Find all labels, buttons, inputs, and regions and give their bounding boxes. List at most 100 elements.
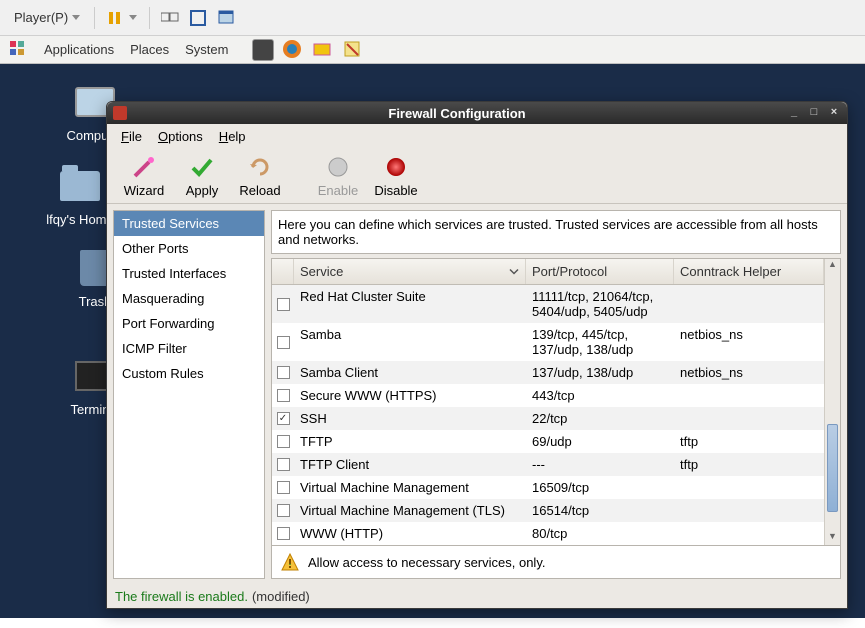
scroll-up-icon[interactable]: ▲	[825, 259, 840, 273]
circle-gray-icon	[324, 153, 352, 181]
reload-icon	[246, 153, 274, 181]
service-checkbox[interactable]	[272, 522, 294, 545]
service-checkbox[interactable]	[272, 476, 294, 499]
vm-fullscreen-button[interactable]	[186, 6, 210, 30]
scroll-down-icon[interactable]: ▼	[825, 531, 840, 545]
applications-menu[interactable]: Applications	[36, 38, 122, 61]
sidebar-item-icmp-filter[interactable]: ICMP Filter	[114, 336, 264, 361]
sidebar-item-port-forwarding[interactable]: Port Forwarding	[114, 311, 264, 336]
table-row[interactable]: Samba Client137/udp, 138/udpnetbios_ns	[272, 361, 824, 384]
toolbar-label: Reload	[235, 183, 285, 198]
column-service[interactable]: Service	[294, 259, 526, 284]
chevron-down-icon	[72, 15, 80, 20]
column-checkbox[interactable]	[272, 259, 294, 284]
table-row[interactable]: Virtual Machine Management16509/tcp	[272, 476, 824, 499]
service-checkbox[interactable]	[272, 499, 294, 522]
table-row[interactable]: TFTP Client---tftp	[272, 453, 824, 476]
window-title: Firewall Configuration	[133, 106, 781, 121]
places-menu[interactable]: Places	[122, 38, 177, 61]
service-checkbox[interactable]	[272, 361, 294, 384]
conntrack-cell	[674, 384, 824, 407]
modified-status: (modified)	[252, 589, 310, 604]
service-checkbox[interactable]	[272, 453, 294, 476]
chevron-down-icon[interactable]	[129, 15, 137, 20]
options-menu[interactable]: Options	[150, 126, 211, 147]
reload-button[interactable]: Reload	[231, 151, 289, 200]
player-menu-button[interactable]: Player(P)	[6, 6, 88, 29]
service-name-cell: WWW (HTTP)	[294, 522, 526, 545]
port-protocol-cell: 80/tcp	[526, 522, 674, 545]
firewall-icon	[113, 106, 127, 120]
help-menu[interactable]: Help	[211, 126, 254, 147]
service-checkbox[interactable]: ✓	[272, 407, 294, 430]
column-port[interactable]: Port/Protocol	[526, 259, 674, 284]
toolbar-divider	[149, 7, 150, 29]
table-row[interactable]: Secure WWW (HTTPS)443/tcp	[272, 384, 824, 407]
service-name-cell: Virtual Machine Management	[294, 476, 526, 499]
table-row[interactable]: Red Hat Cluster Suite11111/tcp, 21064/tc…	[272, 285, 824, 323]
conntrack-cell	[674, 499, 824, 522]
bottom-strip	[0, 618, 865, 628]
file-menu[interactable]: File	[113, 126, 150, 147]
wizard-button[interactable]: Wizard	[115, 151, 173, 200]
column-port-label: Port/Protocol	[532, 264, 607, 279]
terminal-launcher-icon[interactable]	[252, 39, 274, 61]
column-conntrack[interactable]: Conntrack Helper	[674, 259, 824, 284]
column-conntrack-label: Conntrack Helper	[680, 264, 781, 279]
toolbar: Wizard Apply Reload Enable Disable	[107, 148, 847, 204]
sidebar-item-trusted-services[interactable]: Trusted Services	[114, 211, 264, 236]
warning-icon	[280, 552, 300, 572]
conntrack-cell	[674, 476, 824, 499]
service-checkbox[interactable]	[272, 323, 294, 361]
menubar: File Options Help	[107, 124, 847, 148]
port-protocol-cell: 139/tcp, 445/tcp, 137/udp, 138/udp	[526, 323, 674, 361]
table-row[interactable]: WWW (HTTP)80/tcp	[272, 522, 824, 545]
system-menu[interactable]: System	[177, 38, 236, 61]
table-row[interactable]: ✓SSH22/tcp	[272, 407, 824, 430]
sidebar-item-trusted-interfaces[interactable]: Trusted Interfaces	[114, 261, 264, 286]
vm-unity-button[interactable]	[214, 6, 238, 30]
close-button[interactable]: ×	[827, 106, 841, 120]
service-checkbox[interactable]	[272, 384, 294, 407]
sidebar-item-custom-rules[interactable]: Custom Rules	[114, 361, 264, 386]
service-checkbox[interactable]	[272, 285, 294, 323]
circle-red-icon	[382, 153, 410, 181]
vm-send-keys-button[interactable]	[158, 6, 182, 30]
service-name-cell: TFTP Client	[294, 453, 526, 476]
statusbar: The firewall is enabled. (modified)	[107, 585, 847, 608]
help-launcher-icon[interactable]	[312, 39, 334, 61]
table-row[interactable]: Samba139/tcp, 445/tcp, 137/udp, 138/udpn…	[272, 323, 824, 361]
port-protocol-cell: 69/udp	[526, 430, 674, 453]
vm-pause-button[interactable]	[103, 6, 127, 30]
minimize-button[interactable]: _	[787, 106, 801, 120]
port-protocol-cell: 137/udp, 138/udp	[526, 361, 674, 384]
column-service-label: Service	[300, 264, 343, 279]
table-row[interactable]: TFTP69/udptftp	[272, 430, 824, 453]
sidebar-item-other-ports[interactable]: Other Ports	[114, 236, 264, 261]
options-menu-label: ptions	[168, 129, 203, 144]
notes-launcher-icon[interactable]	[342, 39, 364, 61]
conntrack-cell: tftp	[674, 430, 824, 453]
toolbar-label: Disable	[371, 183, 421, 198]
firefox-launcher-icon[interactable]	[282, 39, 304, 61]
disable-button[interactable]: Disable	[367, 151, 425, 200]
service-name-cell: Secure WWW (HTTPS)	[294, 384, 526, 407]
service-checkbox[interactable]	[272, 430, 294, 453]
toolbar-label: Enable	[313, 183, 363, 198]
conntrack-cell	[674, 522, 824, 545]
service-name-cell: TFTP	[294, 430, 526, 453]
window-titlebar[interactable]: Firewall Configuration _ □ ×	[107, 102, 847, 124]
file-menu-label: ile	[129, 129, 142, 144]
table-header: Service Port/Protocol Conntrack Helper	[272, 259, 824, 285]
conntrack-cell: netbios_ns	[674, 323, 824, 361]
vm-player-bar: Player(P)	[0, 0, 865, 36]
conntrack-cell: netbios_ns	[674, 361, 824, 384]
scrollbar-thumb[interactable]	[827, 424, 838, 512]
services-table-wrapper: Service Port/Protocol Conntrack Helper R…	[271, 258, 841, 546]
apply-button[interactable]: Apply	[173, 151, 231, 200]
maximize-button[interactable]: □	[807, 106, 821, 120]
vertical-scrollbar[interactable]: ▲ ▼	[824, 259, 840, 545]
toolbar-divider	[94, 7, 95, 29]
table-row[interactable]: Virtual Machine Management (TLS)16514/tc…	[272, 499, 824, 522]
sidebar-item-masquerading[interactable]: Masquerading	[114, 286, 264, 311]
